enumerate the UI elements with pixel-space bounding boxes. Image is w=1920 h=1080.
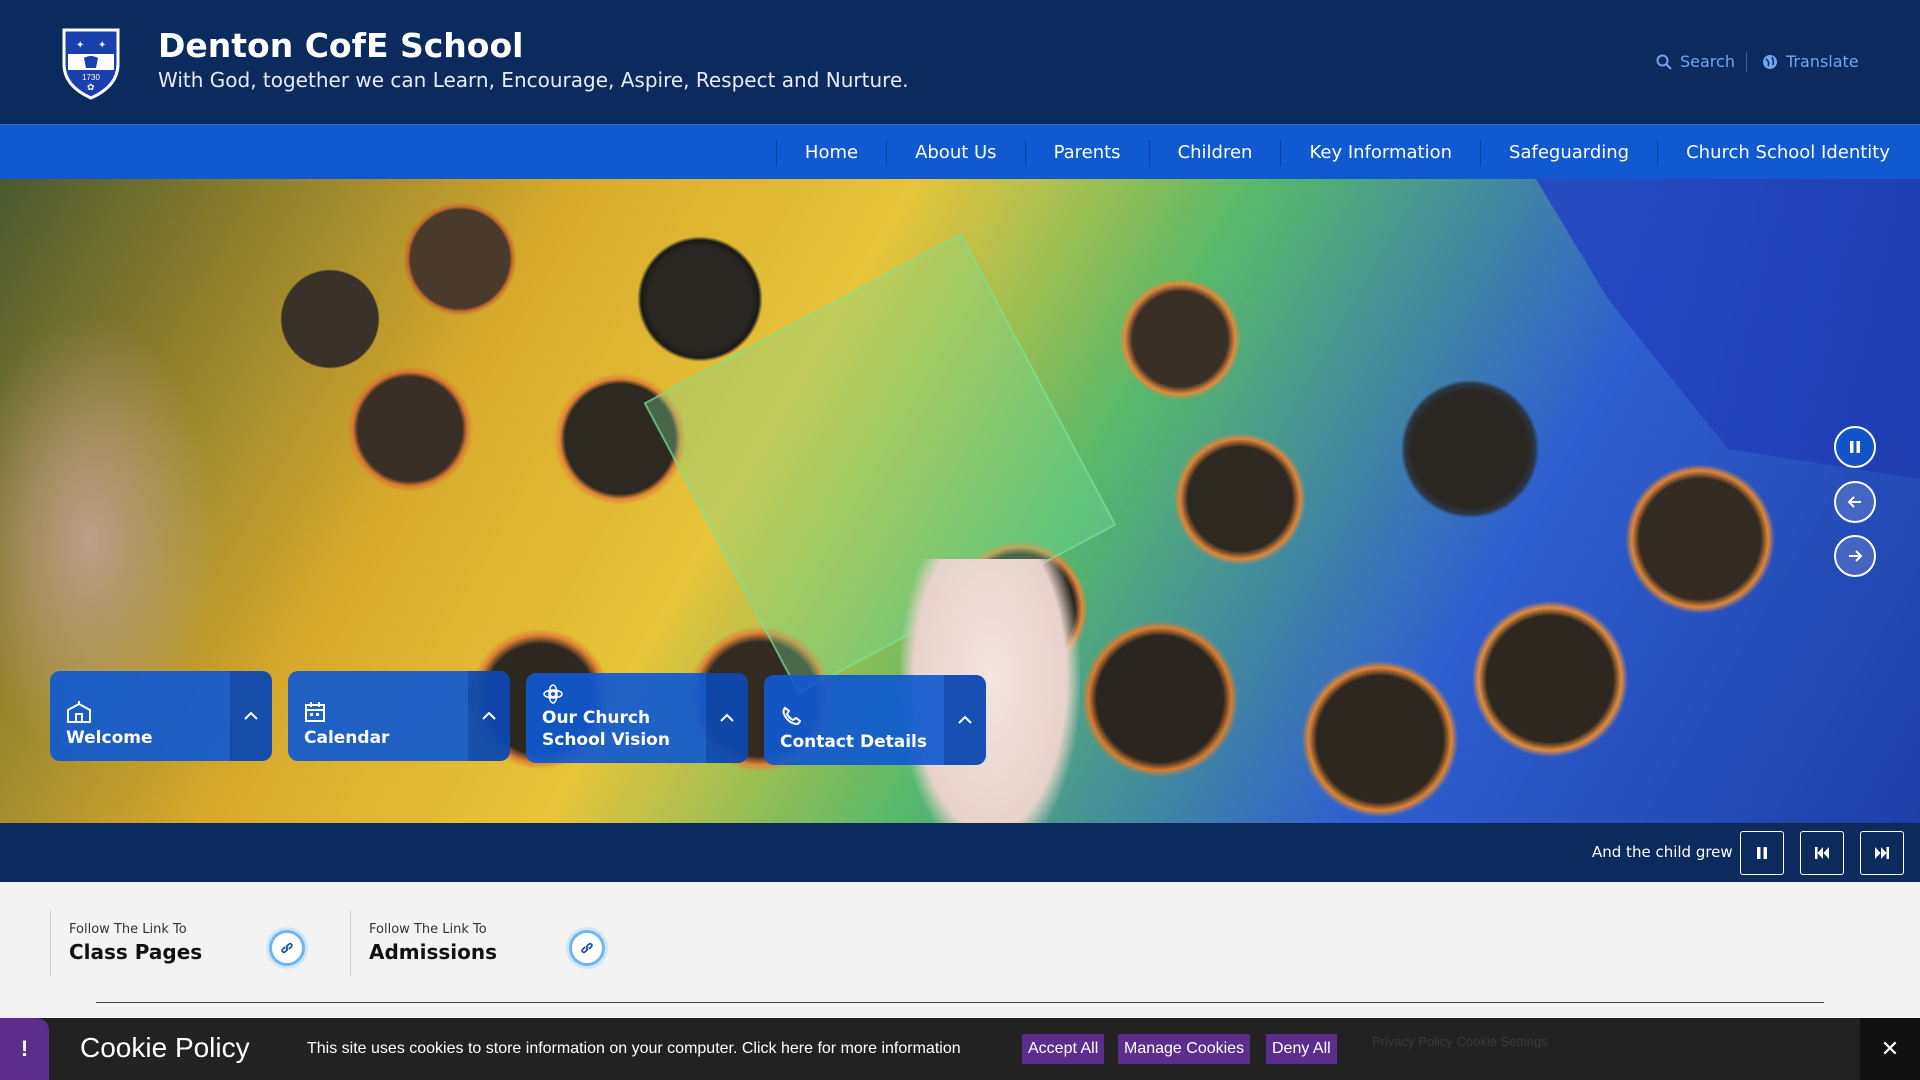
tile-expand-button[interactable]: [468, 671, 510, 761]
close-icon[interactable]: ✕: [1860, 1018, 1920, 1080]
calendar-icon: [305, 702, 325, 722]
chevron-up-icon: [244, 711, 258, 720]
link-icon: [569, 930, 605, 966]
nav-item-church-school-identity[interactable]: Church School Identity: [1657, 139, 1920, 166]
deny-all-button[interactable]: Deny All: [1266, 1034, 1337, 1064]
skip-next-icon: [1875, 847, 1889, 859]
caption-previous-button[interactable]: [1800, 831, 1844, 875]
svg-text:✦: ✦: [98, 40, 106, 51]
slideshow-caption-bar: And the child grew: [0, 823, 1920, 882]
school-building-icon: [67, 701, 91, 723]
school-name[interactable]: Denton CofE School: [158, 26, 523, 65]
tile-contact-details-label: Contact Details: [780, 732, 927, 752]
search-label: Search: [1680, 52, 1735, 71]
tile-church-school-vision[interactable]: Our Church School Vision: [526, 673, 748, 763]
utility-divider: [1746, 52, 1747, 72]
svg-text:✿: ✿: [87, 82, 95, 92]
caption-next-button[interactable]: [1860, 831, 1904, 875]
svg-text:✦: ✦: [76, 40, 84, 51]
manage-cookies-button[interactable]: Manage Cookies: [1118, 1034, 1251, 1064]
tile-church-school-vision-label: Our Church School Vision: [542, 708, 670, 750]
section-divider: [96, 1002, 1824, 1003]
slideshow-pause-button[interactable]: [1834, 426, 1876, 468]
tile-contact-details[interactable]: Contact Details: [764, 675, 986, 765]
hero-slideshow-image: Welcome Calendar Our Church School Visio…: [0, 179, 1920, 823]
globe-icon: [1763, 54, 1777, 69]
nav-item-key-information[interactable]: Key Information: [1280, 139, 1480, 166]
slideshow-next-button[interactable]: [1834, 535, 1876, 577]
pause-icon: [1757, 847, 1767, 859]
pause-icon: [1850, 441, 1860, 453]
accept-all-button[interactable]: Accept All: [1022, 1034, 1105, 1064]
tile-calendar[interactable]: Calendar: [288, 671, 510, 761]
school-crest-logo[interactable]: ✦ ✦ 1730 ✿: [60, 24, 122, 100]
alert-icon[interactable]: !: [0, 1018, 49, 1080]
chevron-up-icon: [958, 715, 972, 724]
school-tagline: With God, together we can Learn, Encoura…: [158, 68, 909, 92]
quick-link-caption: Follow The Link To: [69, 922, 187, 937]
search-icon: [1656, 54, 1672, 70]
tile-welcome[interactable]: Welcome: [50, 671, 272, 761]
arrow-left-icon: [1847, 496, 1861, 508]
translate-link[interactable]: Translate: [1762, 52, 1859, 71]
translate-label: Translate: [1786, 52, 1859, 71]
chevron-up-icon: [720, 713, 734, 722]
vision-flower-icon: [543, 684, 563, 704]
slide-caption: And the child grew: [1592, 843, 1733, 861]
arrow-right-icon: [1849, 550, 1863, 562]
tile-welcome-label: Welcome: [66, 728, 153, 748]
site-header: ✦ ✦ 1730 ✿ Denton CofE School With God, …: [0, 0, 1920, 124]
quick-link-title: Class Pages: [69, 940, 203, 964]
slideshow-prev-button[interactable]: [1834, 481, 1876, 523]
nav-item-home[interactable]: Home: [775, 139, 886, 166]
main-navigation: Home About Us Parents Children Key Infor…: [0, 124, 1920, 179]
phone-icon: [782, 706, 802, 726]
skip-previous-icon: [1815, 847, 1829, 859]
cookie-title: Cookie Policy: [80, 1032, 250, 1063]
cookie-info-link[interactable]: This site uses cookies to store informat…: [307, 1040, 961, 1058]
caption-pause-button[interactable]: [1740, 831, 1784, 875]
nav-item-parents[interactable]: Parents: [1024, 139, 1149, 166]
tile-expand-button[interactable]: [706, 673, 748, 763]
quick-link-caption: Follow The Link To: [369, 922, 487, 937]
cookie-policy-bar: ! Cookie Policy This site uses cookies t…: [0, 1018, 1920, 1080]
quick-link-admissions[interactable]: Follow The Link To Admissions: [350, 910, 610, 976]
svg-text:1730: 1730: [82, 73, 100, 82]
tile-expand-button[interactable]: [944, 675, 986, 765]
search-link[interactable]: Search: [1656, 52, 1735, 71]
tile-calendar-label: Calendar: [304, 728, 390, 748]
link-icon: [269, 930, 305, 966]
cookie-footer-links: Privacy Policy Cookie Settings: [1372, 1034, 1548, 1049]
quick-link-class-pages[interactable]: Follow The Link To Class Pages: [50, 910, 310, 976]
nav-item-children[interactable]: Children: [1148, 139, 1281, 166]
tile-expand-button[interactable]: [230, 671, 272, 761]
quick-link-title: Admissions: [369, 940, 498, 964]
nav-item-about-us[interactable]: About Us: [886, 139, 1025, 166]
chevron-up-icon: [482, 711, 496, 720]
nav-item-safeguarding[interactable]: Safeguarding: [1480, 139, 1657, 166]
